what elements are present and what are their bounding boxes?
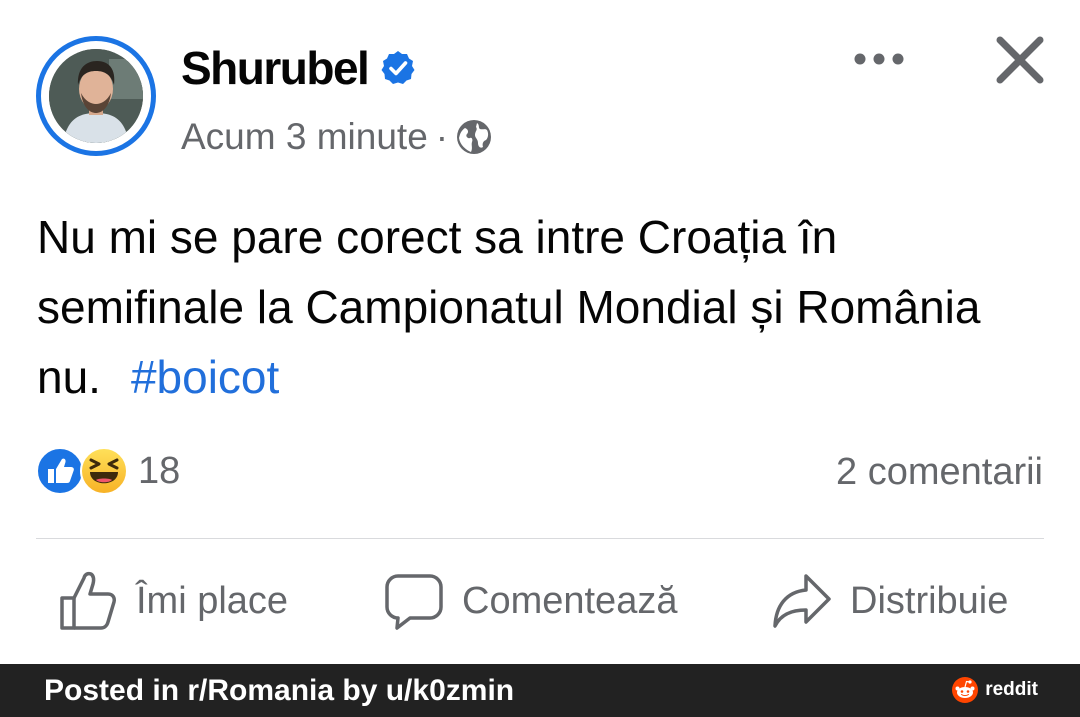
comment-bubble-icon: [385, 574, 443, 630]
share-button[interactable]: Distribuie: [772, 570, 1008, 632]
comment-button[interactable]: Comentează: [384, 570, 677, 632]
reddit-alien-icon: [952, 677, 979, 703]
reactions-summary[interactable]: 18: [36, 447, 180, 495]
share-arrow-icon: [773, 574, 831, 628]
more-options-icon[interactable]: [850, 40, 908, 78]
share-label: Distribuie: [850, 579, 1009, 622]
like-label: Îmi place: [136, 579, 289, 622]
comments-count[interactable]: 2 comentarii: [836, 448, 1043, 496]
globe-icon: [457, 120, 492, 154]
profile-avatar[interactable]: [36, 36, 156, 156]
post-author[interactable]: Shurubel: [181, 40, 416, 96]
thumbs-up-icon: [60, 571, 116, 630]
reddit-footer: Posted in r/Romania by u/k0zmin reddit: [0, 664, 1080, 717]
meta-separator: ·: [435, 116, 449, 157]
post-timestamp[interactable]: Acum 3 minute: [181, 113, 428, 161]
like-reaction-icon: [36, 447, 84, 495]
close-icon[interactable]: [994, 34, 1046, 86]
verified-badge-icon: [381, 51, 415, 84]
footer-caption: Posted in r/Romania by u/k0zmin: [44, 673, 515, 707]
author-name[interactable]: Shurubel: [181, 40, 370, 96]
post-meta: Acum 3 minute ·: [181, 113, 492, 161]
avatar-photo: [49, 49, 143, 143]
reddit-wordmark: reddit: [985, 679, 1038, 700]
like-button[interactable]: Îmi place: [58, 570, 288, 632]
comment-label: Comentează: [462, 579, 678, 622]
hashtag-link[interactable]: #boicot: [131, 351, 279, 403]
reddit-logo: reddit: [951, 676, 1038, 704]
post-text: Nu mi se pare corect sa intre Croația în…: [37, 202, 1047, 412]
reaction-count: 18: [138, 449, 181, 492]
haha-reaction-icon: [80, 447, 128, 495]
divider: [36, 538, 1044, 539]
